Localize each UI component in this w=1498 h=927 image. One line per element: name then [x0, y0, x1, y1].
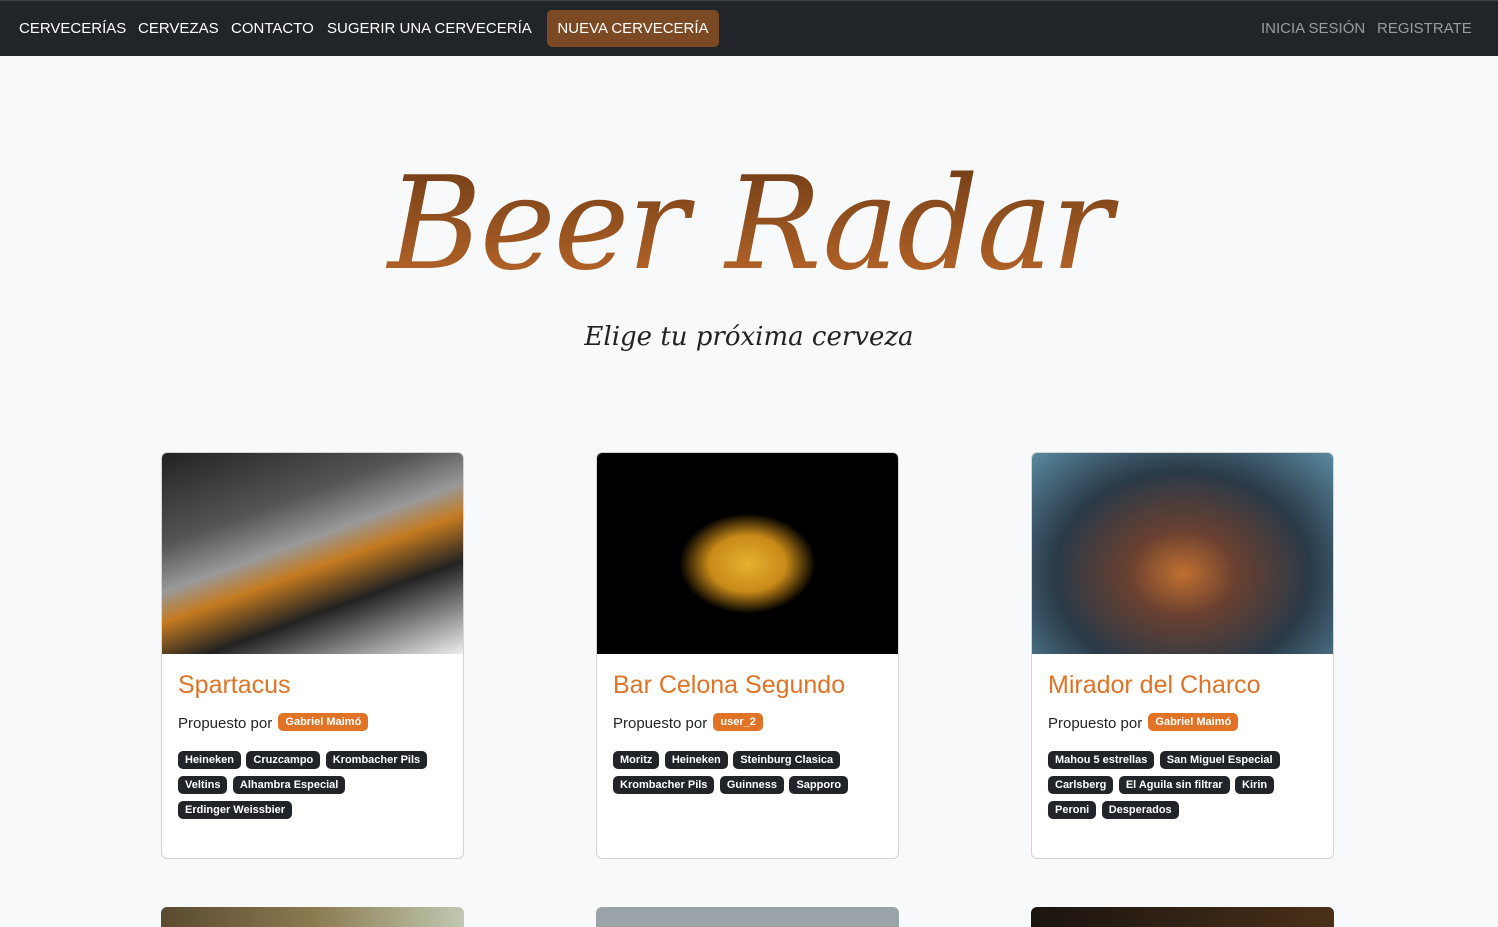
brewery-card: Mirador del Charco Propuesto por Gabriel…: [1031, 452, 1334, 859]
card-image-peek: [161, 907, 464, 927]
beer-tag[interactable]: Krombacher Pils: [613, 776, 715, 794]
beer-tags: Heineken Cruzcampo Krombacher Pils Velti…: [178, 750, 448, 825]
brewery-name[interactable]: Mirador del Charco: [1048, 671, 1261, 700]
proposed-label: Propuesto por: [1048, 715, 1143, 732]
brewery-image[interactable]: [162, 453, 463, 654]
proposed-by: Propuesto por user_2: [613, 713, 763, 732]
card-image-peek: [1031, 907, 1334, 927]
beer-tag[interactable]: El Aguila sin filtrar: [1118, 776, 1230, 794]
nav-cervecerias[interactable]: CERVECERÍAS: [19, 20, 126, 37]
beer-tag[interactable]: Heineken: [178, 751, 241, 769]
proposed-by: Propuesto por Gabriel Maimó: [1048, 713, 1239, 732]
beer-tag[interactable]: Steinburg Clasica: [733, 751, 841, 769]
beer-tag[interactable]: Veltins: [178, 776, 228, 794]
beer-tag[interactable]: Mahou 5 estrellas: [1048, 751, 1155, 769]
beer-tag[interactable]: Carlsberg: [1048, 776, 1114, 794]
beer-tag[interactable]: Krombacher Pils: [325, 751, 428, 769]
user-badge: Gabriel Maimó: [278, 713, 369, 731]
beer-tag[interactable]: San Miguel Especial: [1159, 751, 1280, 769]
beer-tag[interactable]: Cruzcampo: [246, 751, 321, 769]
beer-tag[interactable]: Erdinger Weissbier: [178, 801, 293, 819]
nav-contacto[interactable]: CONTACTO: [231, 20, 314, 37]
hero-title: Beer Radar: [0, 150, 1498, 299]
brewery-image[interactable]: [1032, 453, 1333, 654]
proposed-label: Propuesto por: [613, 715, 708, 732]
beer-tag[interactable]: Alhambra Especial: [232, 776, 346, 794]
user-badge: user_2: [713, 713, 763, 731]
brewery-image[interactable]: [597, 453, 898, 654]
nav-sugerir[interactable]: SUGERIR UNA CERVECERÍA: [327, 20, 532, 37]
new-brewery-button[interactable]: NUEVA CERVECERÍA: [547, 10, 719, 47]
beer-tag[interactable]: Sapporo: [789, 776, 849, 794]
register-link[interactable]: REGISTRATE: [1377, 20, 1472, 37]
beer-tag[interactable]: Peroni: [1048, 801, 1097, 819]
user-badge: Gabriel Maimó: [1148, 713, 1239, 731]
proposed-label: Propuesto por: [178, 715, 273, 732]
brewery-card: Spartacus Propuesto por Gabriel Maimó He…: [161, 452, 464, 859]
hero-subtitle: Elige tu próxima cerveza: [584, 322, 914, 352]
beer-tag[interactable]: Moritz: [613, 751, 660, 769]
beer-tag[interactable]: Kirin: [1235, 776, 1275, 794]
beer-tag[interactable]: Heineken: [664, 751, 728, 769]
card-image-peek: [596, 907, 899, 927]
login-link[interactable]: INICIA SESIÓN: [1261, 20, 1365, 37]
beer-tag[interactable]: Guinness: [719, 776, 784, 794]
beer-tag[interactable]: Desperados: [1101, 801, 1179, 819]
proposed-by: Propuesto por Gabriel Maimó: [178, 713, 369, 732]
nav-cervezas[interactable]: CERVEZAS: [138, 20, 219, 37]
brewery-name[interactable]: Spartacus: [178, 671, 291, 700]
brewery-card: Bar Celona Segundo Propuesto por user_2 …: [596, 452, 899, 859]
beer-tags: Mahou 5 estrellas San Miguel Especial Ca…: [1048, 750, 1318, 825]
navbar: CERVECERÍAS CERVEZAS CONTACTO SUGERIR UN…: [0, 0, 1498, 56]
beer-tags: Moritz Heineken Steinburg Clasica Kromba…: [613, 750, 883, 800]
brewery-name[interactable]: Bar Celona Segundo: [613, 671, 845, 700]
